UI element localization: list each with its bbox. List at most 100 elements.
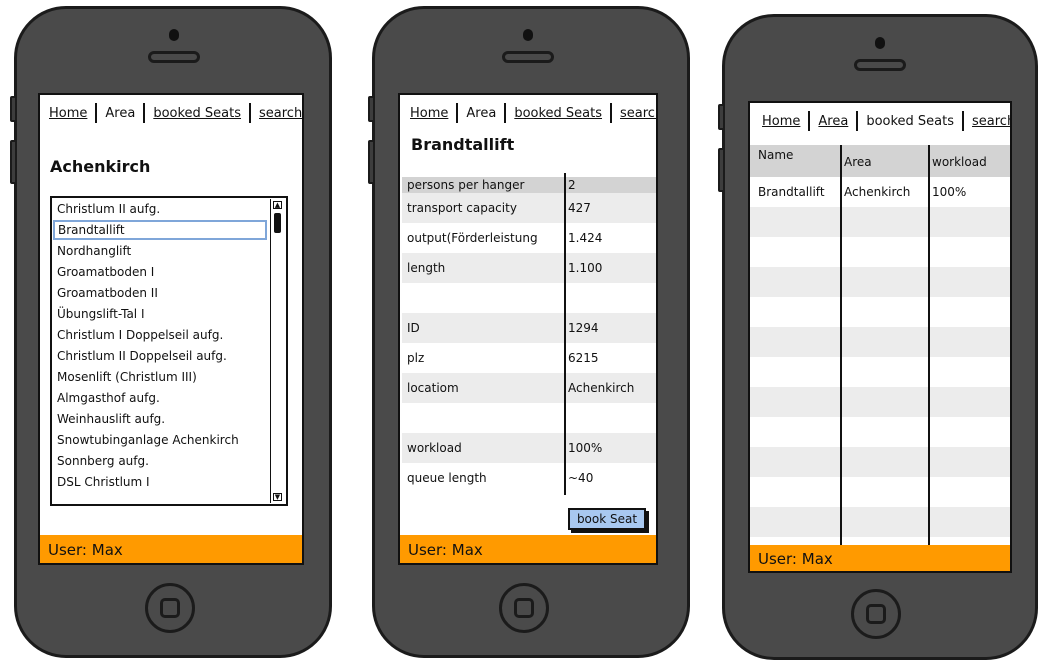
property-row <box>402 403 656 433</box>
list-item[interactable]: Christlum II aufg. <box>57 199 160 219</box>
camera-icon <box>875 37 885 49</box>
scroll-thumb[interactable] <box>274 213 281 233</box>
nav-home-link[interactable]: Home <box>410 106 448 121</box>
table-row[interactable] <box>750 507 1010 537</box>
user-footer: User: Max <box>40 535 302 563</box>
nav-separator <box>856 111 859 131</box>
list-item[interactable]: Groamatboden I <box>57 262 154 282</box>
list-item[interactable]: Christlum I Doppelseil aufg. <box>57 325 223 345</box>
camera-icon <box>523 29 533 41</box>
user-label: User: Max <box>48 541 123 559</box>
property-value: 1.100 <box>568 261 603 275</box>
nav-search-link[interactable]: search <box>972 114 1010 129</box>
nav-area-current[interactable]: Area <box>466 106 496 121</box>
property-name: workload <box>407 441 462 455</box>
speaker-icon <box>502 51 554 63</box>
nav-separator <box>504 103 507 123</box>
property-row: plz 6215 <box>402 343 656 373</box>
nav-booked-seats-link[interactable]: booked Seats <box>153 106 241 121</box>
property-value: Achenkirch <box>568 381 635 395</box>
table-row[interactable] <box>750 237 1010 267</box>
column-header-name: Name <box>758 148 794 162</box>
table-row[interactable] <box>750 417 1010 447</box>
nav-separator <box>808 111 811 131</box>
nav-separator <box>95 103 98 123</box>
nav-booked-seats-link[interactable]: booked Seats <box>514 106 602 121</box>
list-scrollbar[interactable]: ▲ ▼ <box>270 199 285 503</box>
property-row: transport capacity 427 <box>402 193 656 223</box>
table-row[interactable] <box>750 387 1010 417</box>
table-row[interactable] <box>750 447 1010 477</box>
nav-search-link[interactable]: search <box>259 106 302 121</box>
table-row[interactable] <box>750 207 1010 237</box>
property-row: persons per hanger 2 <box>402 177 656 193</box>
volume-button <box>10 140 17 184</box>
nav-home-link[interactable]: Home <box>49 106 87 121</box>
column-divider <box>928 145 930 545</box>
list-item[interactable]: Almgasthof aufg. <box>57 388 160 408</box>
nav-separator <box>143 103 146 123</box>
lift-listbox[interactable]: ▲ ▼ Christlum II aufg. Brandtallift Nordha… <box>50 196 288 506</box>
property-value: 100% <box>568 441 603 455</box>
nav-area-current[interactable]: Area <box>105 106 135 121</box>
table-row[interactable] <box>750 357 1010 387</box>
volume-button <box>368 140 375 184</box>
property-row: ID 1294 <box>402 313 656 343</box>
camera-icon <box>169 29 179 41</box>
list-item[interactable]: DSL Christlum I <box>57 472 150 492</box>
property-row: length 1.100 <box>402 253 656 283</box>
list-item[interactable]: Weinhauslift aufg. <box>57 409 165 429</box>
screen-1: Home Area booked Seats search Achenkirch… <box>38 93 304 565</box>
home-hardware-button[interactable] <box>145 583 195 633</box>
property-row: output(Förderleistung 1.424 <box>402 223 656 253</box>
column-divider <box>840 145 842 545</box>
property-name: ID <box>407 321 420 335</box>
page-title: Brandtallift <box>411 135 515 154</box>
scroll-down-arrow-icon[interactable]: ▼ <box>273 493 282 501</box>
property-name: transport capacity <box>407 201 517 215</box>
list-item[interactable]: Brandtallift <box>53 220 267 240</box>
book-seat-button[interactable]: book Seat <box>568 508 646 530</box>
property-value: 1294 <box>568 321 599 335</box>
property-name: plz <box>407 351 425 365</box>
table-row[interactable] <box>750 267 1010 297</box>
table-row[interactable] <box>750 297 1010 327</box>
nav-search-link[interactable]: search <box>620 106 656 121</box>
column-header-area: Area <box>844 155 872 169</box>
nav-separator <box>456 103 459 123</box>
table-row[interactable] <box>750 477 1010 507</box>
home-hardware-button[interactable] <box>499 583 549 633</box>
volume-button <box>718 104 725 130</box>
list-item[interactable]: Mosenlift (Christlum III) <box>57 367 197 387</box>
table-row[interactable]: Brandtallift Achenkirch 100% <box>750 177 1010 207</box>
nav-bar: Home Area booked Seats search <box>410 103 656 123</box>
property-name: persons per hanger <box>407 178 525 192</box>
scroll-up-arrow-icon[interactable]: ▲ <box>273 201 282 209</box>
user-footer: User: Max <box>400 535 656 563</box>
table-header: Name Area workload <box>750 145 1010 177</box>
nav-booked-seats-current[interactable]: booked Seats <box>866 114 954 129</box>
property-row <box>402 283 656 313</box>
nav-home-link[interactable]: Home <box>762 114 800 129</box>
list-item[interactable]: Christlum II Doppelseil aufg. <box>57 346 227 366</box>
property-name: queue length <box>407 471 487 485</box>
list-item[interactable]: Snowtubinganlage Achenkirch <box>57 430 239 450</box>
property-name: length <box>407 261 446 275</box>
list-item[interactable]: Groamatboden II <box>57 283 158 303</box>
nav-bar: Home Area booked Seats search <box>762 111 1010 131</box>
nav-area-link[interactable]: Area <box>818 114 848 129</box>
list-item[interactable]: Nordhanglift <box>57 241 131 261</box>
list-item[interactable]: Übungslift-Tal I <box>57 304 144 324</box>
home-hardware-button[interactable] <box>851 589 901 639</box>
volume-button <box>10 96 17 122</box>
table-row[interactable] <box>750 327 1010 357</box>
list-item[interactable]: Sonnberg aufg. <box>57 451 149 471</box>
property-row: locatiom Achenkirch <box>402 373 656 403</box>
speaker-icon <box>854 59 906 71</box>
speaker-icon <box>148 51 200 63</box>
screen-2: Home Area booked Seats search Brandtalli… <box>398 93 658 565</box>
user-label: User: Max <box>408 541 483 559</box>
property-value: ~40 <box>568 471 594 485</box>
table-cell: Achenkirch <box>844 185 911 199</box>
property-name: output(Förderleistung <box>407 231 538 245</box>
